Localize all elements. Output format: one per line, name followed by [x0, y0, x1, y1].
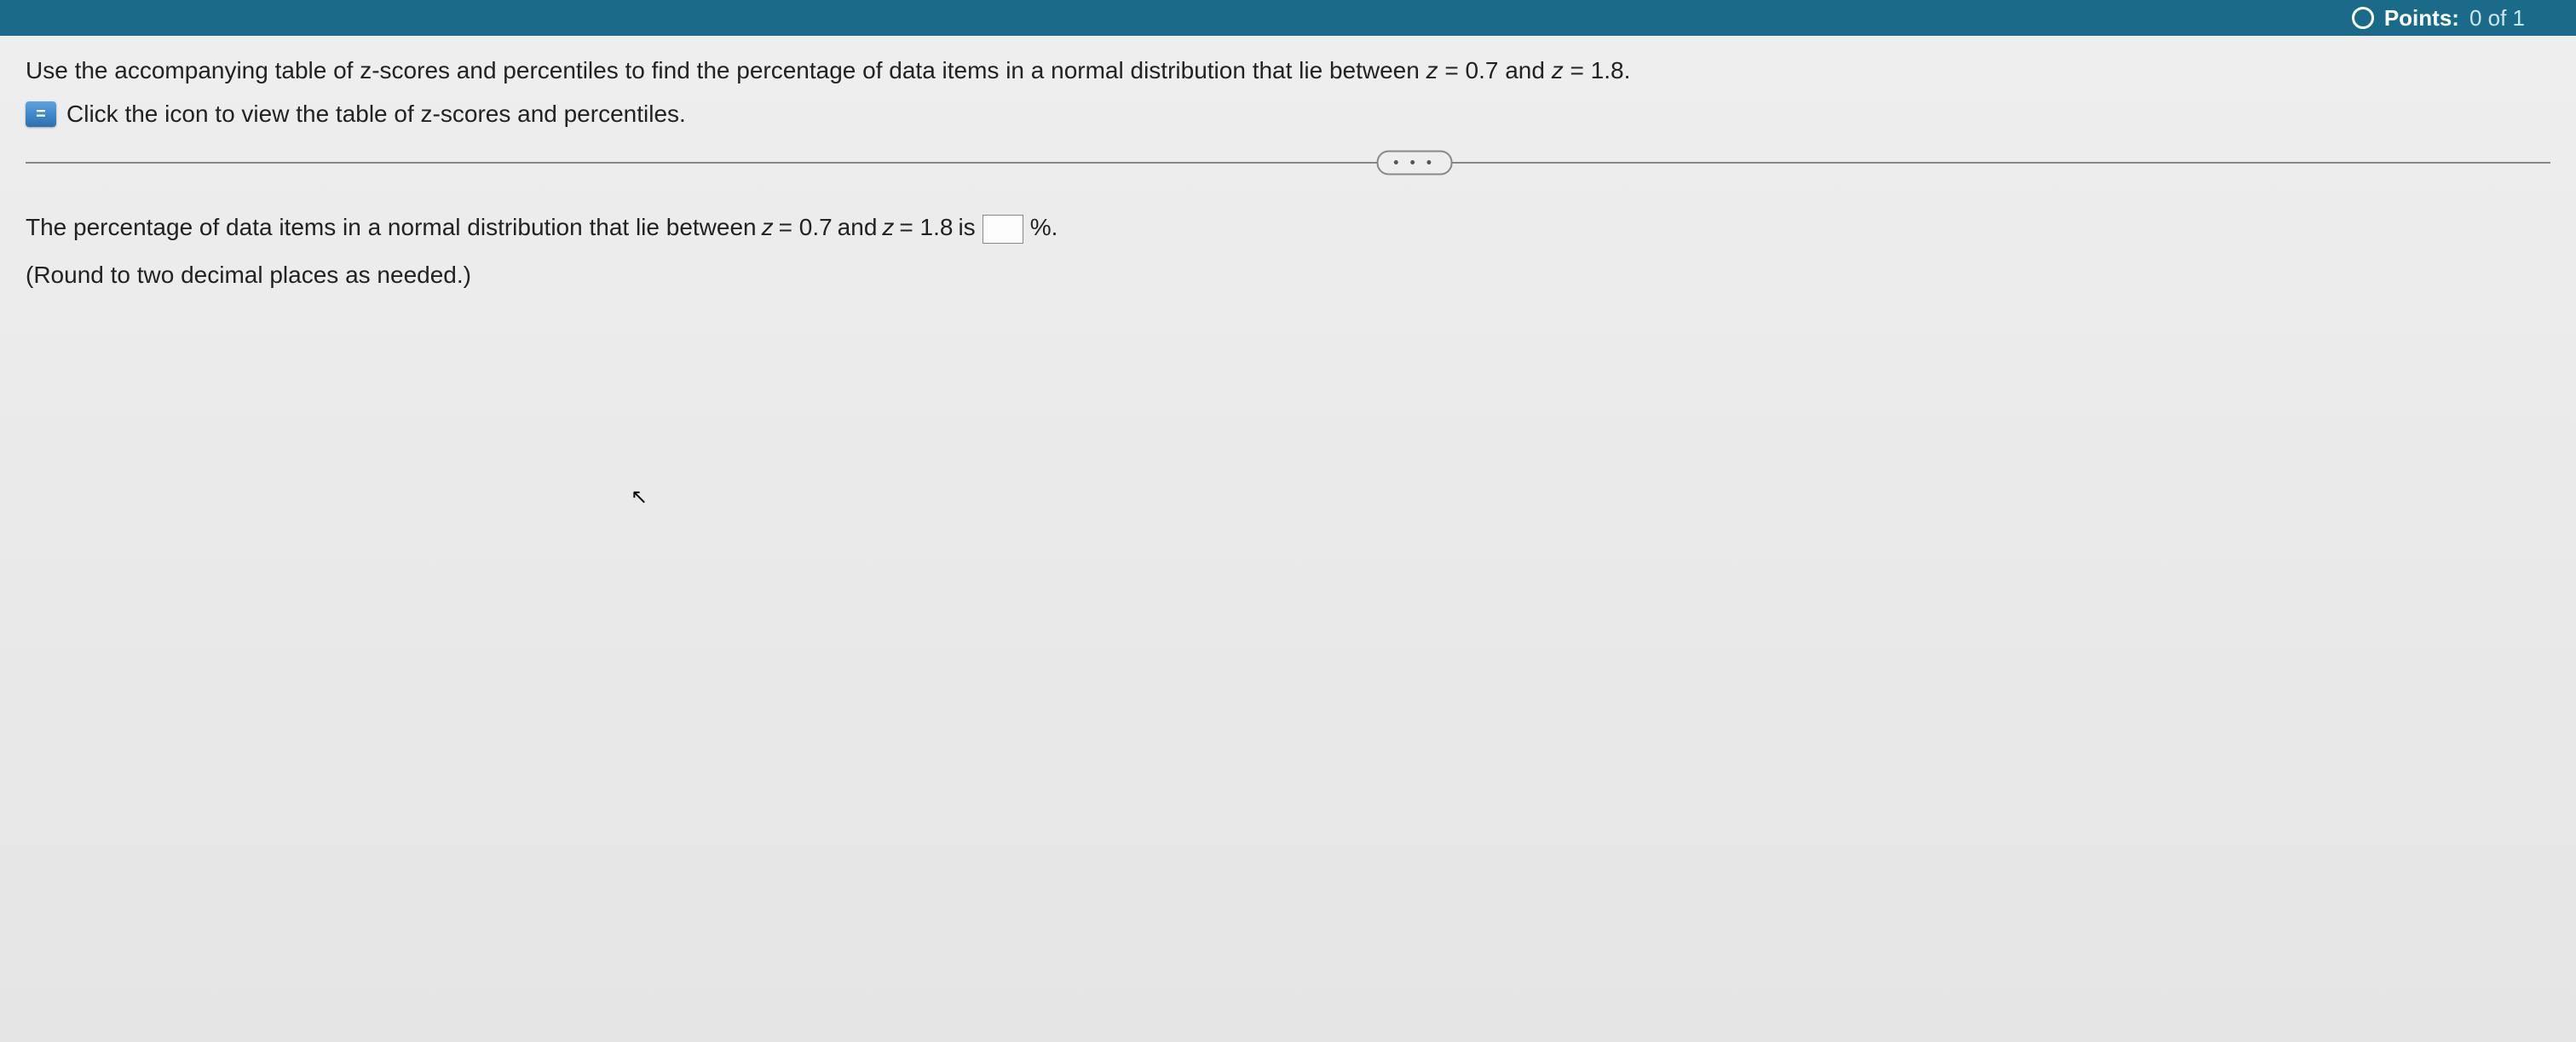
points-value: 0 of 1	[2469, 5, 2525, 32]
answer-z1-eq: = 0.7	[779, 206, 833, 249]
answer-z1-var: z	[762, 206, 774, 249]
answer-and: and	[838, 206, 878, 249]
question-prompt: Use the accompanying table of z-scores a…	[26, 53, 2550, 89]
divider-line	[26, 162, 2550, 164]
answer-is: is	[958, 206, 975, 249]
percentage-input[interactable]	[983, 215, 1023, 244]
answer-line: The percentage of data items in a normal…	[26, 206, 2550, 249]
table-icon[interactable]	[26, 101, 56, 127]
cursor-icon: ↖	[631, 479, 648, 515]
points-circle-icon	[2352, 7, 2374, 29]
answer-suffix: %.	[1030, 206, 1058, 249]
answer-z2-var: z	[882, 206, 894, 249]
rounding-note: (Round to two decimal places as needed.)	[26, 254, 2550, 296]
answer-z2-eq: = 1.8	[899, 206, 953, 249]
points-label: Points:	[2384, 5, 2459, 32]
z-var-1: z	[1426, 57, 1438, 83]
header-bar: Points: 0 of 1	[0, 0, 2576, 36]
points-display: Points: 0 of 1	[2352, 5, 2525, 32]
table-link-text[interactable]: Click the icon to view the table of z-sc…	[66, 101, 686, 128]
prompt-prefix: Use the accompanying table of z-scores a…	[26, 57, 1426, 83]
z-var-2: z	[1552, 57, 1564, 83]
section-divider: • • •	[26, 162, 2550, 164]
expand-pill[interactable]: • • •	[1376, 151, 1452, 176]
z2-eq: = 1.8.	[1564, 57, 1631, 83]
answer-section: The percentage of data items in a normal…	[26, 206, 2550, 297]
main-content: Use the accompanying table of z-scores a…	[0, 36, 2576, 1042]
z1-eq: = 0.7	[1438, 57, 1499, 83]
answer-prefix: The percentage of data items in a normal…	[26, 206, 757, 249]
and-text: and	[1498, 57, 1551, 83]
table-link-row: Click the icon to view the table of z-sc…	[26, 101, 2550, 128]
